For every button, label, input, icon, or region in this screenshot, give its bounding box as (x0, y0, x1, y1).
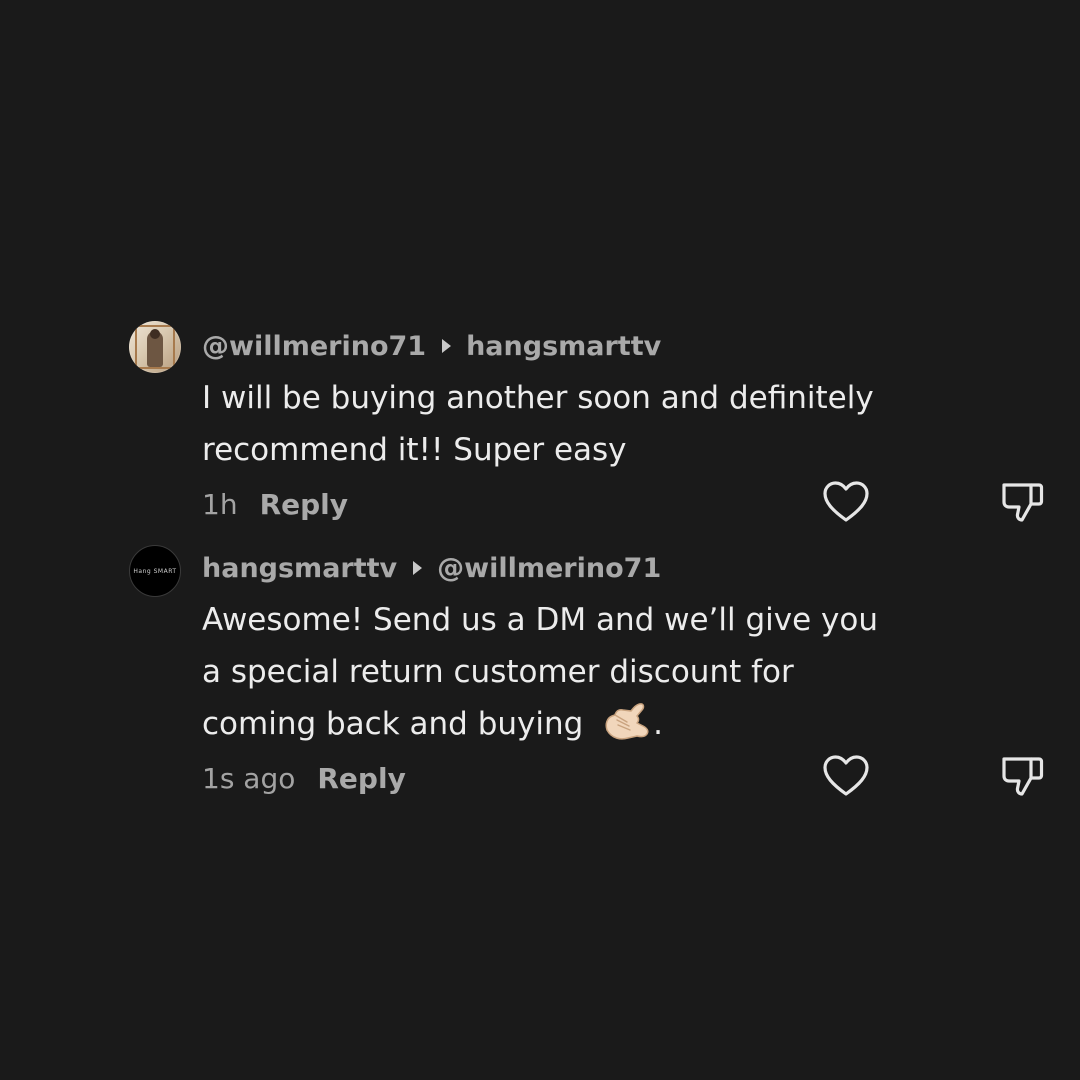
comment-header: hangsmarttv @willmerino71 (202, 550, 661, 586)
reply-button[interactable]: Reply (317, 762, 405, 795)
comment-meta: 1s ago Reply (202, 760, 406, 796)
comment-text: Awesome! Send us a DM and we’ll give you… (202, 594, 878, 750)
comment-line-text: coming back and buying (202, 706, 584, 742)
heart-outline-icon[interactable] (822, 754, 870, 798)
thumbs-down-outline-icon[interactable] (1000, 754, 1044, 798)
thumbs-down-outline-icon[interactable] (1000, 480, 1044, 524)
reply-to-user[interactable]: hangsmarttv (466, 331, 661, 362)
comment-text: I will be buying another soon and defini… (202, 372, 874, 476)
comment-line: a special return customer discount for (202, 654, 794, 690)
avatar-hangsmarttv[interactable]: Hang SMART (129, 545, 181, 597)
comment-author[interactable]: hangsmarttv (202, 553, 397, 584)
comment-author[interactable]: @willmerino71 (202, 331, 426, 362)
brand-logo-text: Hang SMART (133, 567, 177, 575)
comment-meta: 1h Reply (202, 486, 348, 522)
call-me-hand-emoji-icon (605, 703, 649, 740)
reply-to-user[interactable]: @willmerino71 (437, 553, 661, 584)
comment-timestamp: 1h (202, 487, 238, 521)
comment-line: coming back and buying . (202, 698, 878, 750)
reply-arrow-icon (442, 339, 452, 353)
reply-button[interactable]: Reply (260, 488, 348, 521)
comment-line: Awesome! Send us a DM and we’ll give you (202, 602, 879, 638)
reply-arrow-icon (413, 561, 423, 575)
heart-outline-icon[interactable] (822, 480, 870, 524)
avatar-willmerino71[interactable] (129, 321, 181, 373)
comment-header: @willmerino71 hangsmarttv (202, 328, 661, 364)
comment-timestamp: 1s ago (202, 761, 296, 795)
comment-line: recommend it!! Super easy (202, 432, 627, 468)
comment-line-suffix: . (653, 706, 664, 742)
comment-line: I will be buying another soon and defini… (202, 380, 874, 416)
